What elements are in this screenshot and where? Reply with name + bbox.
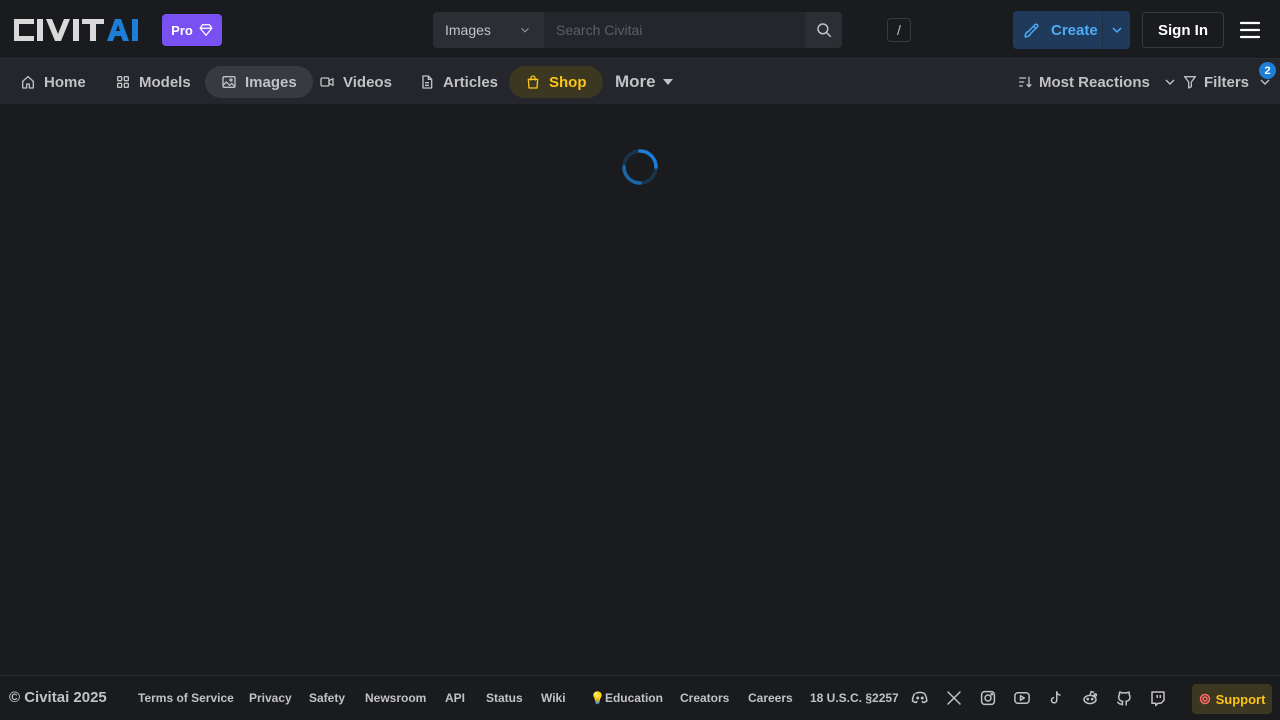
home-icon [20,74,36,90]
footer-link-careers[interactable]: Careers [748,691,793,705]
footer-link-api[interactable]: API [445,691,465,705]
youtube-icon[interactable] [1013,689,1031,707]
footer-link-newsroom[interactable]: Newsroom [365,691,426,705]
nav-item-shop[interactable]: Shop [509,66,603,98]
tiktok-icon[interactable] [1047,689,1065,707]
footer-link-label: Education [604,691,663,705]
instagram-icon[interactable] [979,689,997,707]
nav-item-images[interactable]: Images [205,66,313,98]
nav-item-label: Home [44,73,86,91]
search-shortcut-key: / [887,18,911,42]
github-icon[interactable] [1115,689,1133,707]
pro-button[interactable]: Pro [162,14,222,46]
nav-item-label: Images [245,73,297,91]
hamburger-menu-button[interactable] [1238,19,1262,41]
search-icon [815,21,833,39]
search-scope-select[interactable]: Images [433,12,544,48]
footer-link-creators[interactable]: Creators [680,691,729,705]
chevron-down-icon [518,23,532,37]
image-icon [221,74,237,90]
search-bar: Images / [433,12,911,48]
loading-spinner-icon [621,148,659,186]
lightbulb-icon: 💡 [590,691,605,705]
footer-link-wiki[interactable]: Wiki [541,691,566,705]
filters-count-badge: 2 [1259,62,1276,79]
create-button[interactable]: Create [1013,11,1130,49]
nav-item-label: Videos [343,73,392,91]
sort-dropdown[interactable]: Most Reactions [1017,66,1178,98]
brush-icon [1023,21,1041,39]
pro-label: Pro [171,22,193,38]
footer-link-status[interactable]: Status [486,691,523,705]
discord-icon[interactable] [911,689,929,707]
search-scope-value: Images [445,22,491,38]
sign-in-button[interactable]: Sign In [1142,12,1224,48]
nav-item-label: Shop [549,73,587,91]
caret-down-icon [662,76,674,88]
footer-link-education[interactable]: 💡Education [590,691,663,705]
nav-item-models[interactable]: Models [99,66,207,98]
support-label: Support [1215,691,1266,707]
sort-label: Most Reactions [1039,73,1150,91]
file-icon [419,74,435,90]
shopping-bag-icon [525,74,541,90]
footer-copyright: © Civitai 2025 [9,689,107,706]
nav-item-label: Models [139,73,191,91]
lifebuoy-icon [1199,693,1211,705]
civitai-logo[interactable] [12,15,152,45]
create-label: Create [1051,21,1098,39]
search-button[interactable] [805,12,842,48]
footer: © Civitai 2025 Terms of Service Privacy … [0,675,1280,720]
search-input[interactable] [544,12,805,48]
nav-item-videos[interactable]: Videos [303,66,408,98]
twitch-icon[interactable] [1149,689,1167,707]
footer-link-privacy[interactable]: Privacy [249,691,292,705]
video-icon [319,74,335,90]
reddit-icon[interactable] [1081,689,1099,707]
chevron-down-icon [1109,22,1125,38]
top-header: Pro Images / Create [0,0,1280,59]
diamond-icon [199,23,213,37]
filter-icon [1182,74,1198,90]
x-twitter-icon[interactable] [945,689,963,707]
sort-icon [1017,74,1033,90]
menu-icon [1238,19,1262,41]
nav-item-label: Articles [443,73,499,91]
footer-link-terms[interactable]: Terms of Service [138,691,234,705]
footer-link-2257[interactable]: 18 U.S.C. §2257 [810,691,899,705]
more-label: More [615,72,656,91]
footer-link-safety[interactable]: Safety [309,691,345,705]
nav-item-home[interactable]: Home [4,66,102,98]
grid-icon [115,74,131,90]
section-nav: Home Models Images Videos Articles Shop … [0,59,1280,104]
nav-item-articles[interactable]: Articles [403,66,514,98]
create-dropdown-toggle[interactable] [1103,22,1130,38]
chevron-down-icon [1162,74,1178,90]
support-button[interactable]: Support [1192,684,1272,714]
filters-label: Filters [1204,73,1250,91]
more-dropdown[interactable]: More [615,66,674,98]
